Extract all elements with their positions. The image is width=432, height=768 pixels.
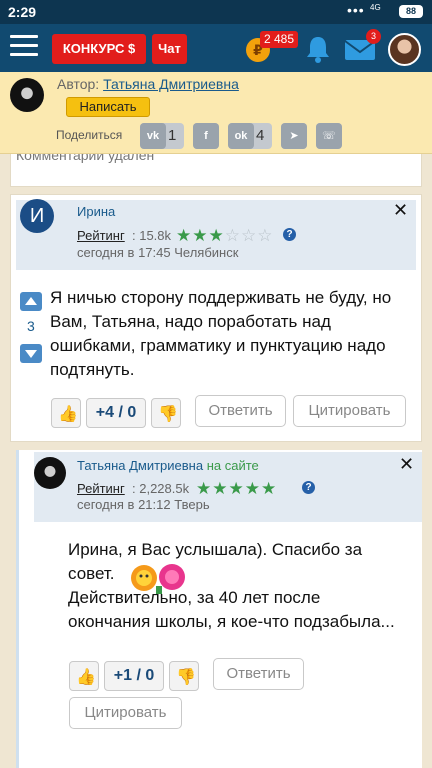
vote-down-button[interactable] [20,344,42,363]
reply-button[interactable]: Ответить [213,658,304,690]
deleted-comment-card: Комментарий удален [10,147,422,187]
vk-icon: vk [140,123,166,149]
share-facebook[interactable]: f [193,123,219,149]
thumbs-up-icon: 👍 [58,406,78,423]
top-app-bar: КОНКУРС $ Чат ₽ 2 485 3 [0,24,432,72]
star-filled-icon: ★ [196,479,213,498]
quote-button[interactable]: Цитировать [293,395,406,427]
close-icon[interactable]: ✕ [393,200,408,221]
share-label: Поделиться [56,128,123,142]
contest-button[interactable]: КОНКУРС $ [52,34,146,64]
comment-score: +4 / 0 [86,398,146,428]
battery-icon: 88 [399,5,423,18]
rating-stars: ★★★☆☆☆ [176,227,274,244]
commenter-name[interactable]: Ирина [77,204,115,219]
help-icon[interactable]: ? [302,481,315,494]
rating-badge: 2 485 [260,31,299,48]
reply-text-line: Ирина, я Вас услышала). Спасибо за [68,540,363,559]
like-button[interactable]: 👍 [69,661,99,691]
hamburger-icon[interactable] [10,35,38,59]
reply-text-line: окончания школы, я кое-что подзабыла... [68,612,395,631]
reply-city: Тверь [174,497,210,512]
share-odnoklassniki[interactable]: ok 4 [228,123,272,149]
chat-button[interactable]: Чат [152,34,187,64]
reply-text-line: Действительно, за 40 лет после [68,588,321,607]
dislike-button[interactable]: 👎 [169,661,199,691]
vote-up-button[interactable] [20,292,42,311]
reply-author: Татьяна Дмитриевна на сайте [77,458,259,473]
comment-text: Я ничью сторону поддерживать не буду, но… [50,286,391,382]
star-empty-icon: ☆ [241,226,258,245]
rating-stars: ★★★★★ [196,480,277,497]
comment-time: сегодня в 17:45 [77,245,171,260]
author-avatar[interactable] [10,78,44,112]
star-filled-icon: ★ [176,226,193,245]
reply-author-name[interactable]: Татьяна Дмитриевна [77,458,203,473]
rating-value: : 15.8k [132,228,172,243]
star-filled-icon: ★ [261,479,278,498]
status-time: 2:29 [8,4,37,20]
star-filled-icon: ★ [244,479,261,498]
share-vk[interactable]: vk 1 [140,123,184,149]
quote-button[interactable]: Цитировать [69,697,182,729]
star-filled-icon: ★ [192,226,209,245]
star-empty-icon: ☆ [224,226,241,245]
thumbs-up-icon: 👍 [76,669,96,686]
help-icon[interactable]: ? [283,228,296,241]
reply-time: сегодня в 21:12 [77,497,171,512]
author-prefix: Автор: [57,76,100,92]
star-filled-icon: ★ [212,479,229,498]
bell-icon[interactable] [303,34,333,64]
share-count: 4 [256,127,265,144]
write-button[interactable]: Написать [66,97,150,117]
odnoklassniki-icon: ok [228,123,254,149]
rating-value: : 2,228.5k [132,481,190,496]
comment-text-line: Я ничью сторону поддерживать не буду, но [50,288,392,307]
vote-count: 3 [27,318,35,334]
comment-meta: сегодня в 17:45 Челябинск [77,245,238,260]
commenter-avatar[interactable]: И [20,199,54,233]
status-bar: 2:29 ••• 4G 88 [0,0,432,24]
reply-button[interactable]: Ответить [195,395,286,427]
facebook-icon: f [193,123,219,149]
mail-badge: 3 [366,29,381,44]
network-indicator: 4G [370,3,381,12]
star-empty-icon: ☆ [257,226,274,245]
online-status: на сайте [206,458,259,473]
like-button[interactable]: 👍 [51,398,81,428]
rating-label[interactable]: Рейтинг [77,228,125,243]
dislike-button[interactable]: 👎 [151,398,181,428]
reply-text-line: совет. [68,564,115,583]
thumbs-down-icon: 👎 [176,669,196,686]
share-whatsapp[interactable]: ☏ [316,123,342,149]
author-bar: Автор: Татьяна Дмитриевна Написать Подел… [0,72,432,154]
telegram-icon: ➤ [281,123,307,149]
whatsapp-icon: ☏ [316,123,342,149]
close-icon[interactable]: ✕ [399,454,414,475]
comment-city: Челябинск [174,245,239,260]
comment-text-line: ошибками, грамматику и пунктуацию надо [50,336,386,355]
author-line: Автор: Татьяна Дмитриевна [57,76,239,92]
user-avatar[interactable] [388,33,421,66]
star-filled-icon: ★ [208,226,225,245]
rating-label[interactable]: Рейтинг [77,481,125,496]
author-name-link[interactable]: Татьяна Дмитриевна [103,76,239,92]
reply-meta: сегодня в 21:12 Тверь [77,497,210,512]
reply-author-avatar[interactable] [34,457,66,489]
status-dots: ••• [347,2,365,18]
share-telegram[interactable]: ➤ [281,123,307,149]
comment-text-line: подтянуть. [50,360,135,379]
flowers-emoji-icon [131,564,185,594]
reply-score: +1 / 0 [104,661,164,691]
thumbs-down-icon: 👎 [158,406,178,423]
comment-text-line: Вам, Татьяна, надо поработать над [50,312,331,331]
share-count: 1 [168,127,177,144]
star-filled-icon: ★ [228,479,245,498]
reply-text: Ирина, я Вас услышала). Спасибо за совет… [68,538,395,634]
